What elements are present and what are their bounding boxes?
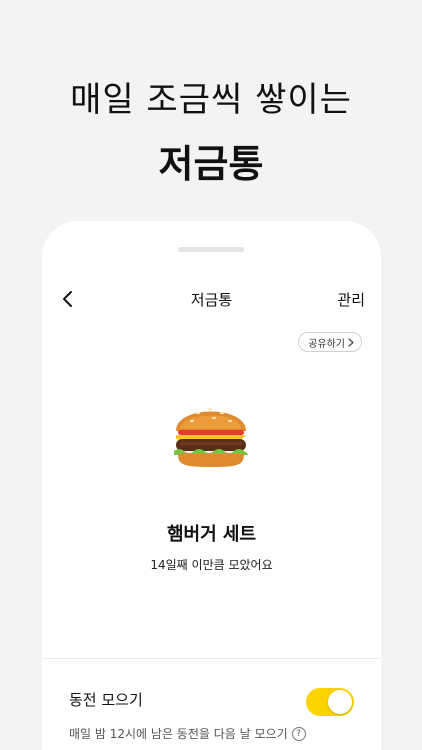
- phone-frame: 저금통 관리 공유하기 햄버거 세트 14일째 이만큼 모았어요 동전 모으기: [42, 221, 381, 750]
- navigation-bar: 저금통 관리: [42, 287, 381, 311]
- coin-saving-description-row: 매일 밤 12시에 남은 동전을 다음 날 모으기 ?: [69, 725, 306, 742]
- headline-line1: 매일 조금씩 쌓이는: [70, 80, 352, 120]
- chevron-right-icon: [348, 337, 354, 347]
- headline-line2: 저금통: [158, 142, 264, 186]
- manage-button[interactable]: 관리: [337, 289, 365, 310]
- item-title: 햄버거 세트: [166, 524, 257, 545]
- share-button[interactable]: 공유하기: [298, 332, 362, 352]
- divider: [42, 658, 381, 659]
- coin-saving-description: 매일 밤 12시에 남은 동전을 다음 날 모으기: [69, 727, 288, 741]
- item-subtitle: 14일째 이만큼 모았어요: [150, 558, 273, 572]
- headline: 매일 조금씩 쌓이는 저금통: [0, 72, 422, 188]
- page-title: 저금통: [190, 291, 233, 309]
- drag-handle: [178, 247, 244, 252]
- toggle-knob: [328, 690, 352, 714]
- hamburger-icon: [174, 407, 248, 467]
- question-mark-icon[interactable]: ?: [291, 726, 306, 741]
- coin-saving-label: 동전 모으기: [69, 691, 143, 709]
- coin-saving-toggle[interactable]: [306, 688, 354, 716]
- share-button-label: 공유하기: [308, 338, 345, 350]
